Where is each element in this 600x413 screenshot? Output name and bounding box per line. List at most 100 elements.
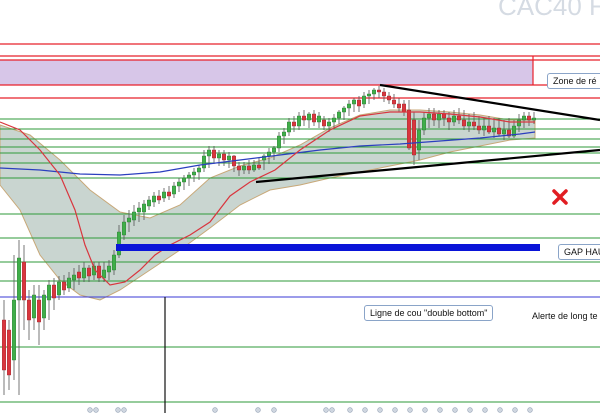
candle-body: [101, 269, 106, 279]
candle: [347, 100, 352, 116]
candle-body: [342, 107, 347, 113]
candle-body: [136, 207, 141, 213]
candle-body: [111, 254, 116, 271]
candle: [226, 152, 231, 168]
resistance-zone-label[interactable]: Zone de ré: [547, 73, 600, 89]
candle: [146, 196, 151, 210]
candle-body: [121, 221, 126, 236]
candle-body: [282, 131, 287, 137]
candle-body: [76, 271, 81, 279]
candle-body: [387, 95, 392, 101]
candle-body: [151, 195, 156, 203]
candle: [2, 300, 6, 395]
candle: [352, 98, 357, 112]
event-marker: [271, 407, 277, 413]
candle-body: [412, 119, 417, 156]
candle: [151, 192, 156, 207]
candle: [186, 172, 191, 186]
candle: [292, 116, 297, 132]
candle-body: [532, 117, 537, 121]
candle: [302, 110, 307, 126]
candle-body: [277, 135, 282, 149]
event-marker: [467, 407, 473, 413]
candle-body: [141, 203, 146, 213]
candle-body: [397, 103, 402, 109]
candle: [307, 112, 312, 128]
candle-body: [22, 261, 27, 301]
candle-body: [161, 191, 166, 199]
gap-bar: [116, 244, 540, 251]
candle-body: [6, 329, 11, 376]
candle: [387, 92, 392, 104]
event-marker: [93, 407, 99, 413]
candle-body: [442, 113, 447, 119]
candle-body: [317, 115, 322, 123]
candle-body: [86, 267, 91, 277]
candle-body: [71, 274, 76, 281]
candle: [317, 112, 322, 128]
candle-body: [226, 155, 231, 161]
candle-body: [517, 119, 522, 127]
candle-body: [362, 95, 367, 105]
candlestick-chart[interactable]: [0, 0, 600, 413]
event-marker: [87, 407, 93, 413]
candle-body: [302, 115, 307, 121]
candle-body: [201, 155, 206, 169]
candle: [11, 255, 16, 380]
candle-body: [246, 165, 251, 171]
candle-body: [191, 171, 196, 176]
candle-body: [37, 299, 42, 323]
candle-body: [251, 164, 256, 171]
candle-body: [437, 113, 442, 121]
candle: [206, 146, 211, 168]
candle: [277, 132, 282, 152]
candle: [42, 290, 47, 330]
candle: [322, 116, 327, 130]
candle: [362, 92, 367, 108]
candle-body: [527, 115, 532, 121]
candle-body: [422, 117, 427, 131]
event-marker: [212, 407, 218, 413]
event-marker: [512, 407, 518, 413]
event-marker: [377, 407, 383, 413]
candle-body: [432, 113, 437, 121]
candle-body: [57, 281, 62, 296]
candle-body: [467, 121, 472, 127]
candle-body: [402, 103, 407, 113]
event-marker: [527, 407, 533, 413]
event-marker: [452, 407, 458, 413]
candle: [52, 278, 57, 310]
candle-body: [181, 177, 186, 183]
candle: [221, 150, 226, 166]
candle: [6, 320, 11, 390]
candle-body: [487, 125, 492, 133]
candle: [156, 190, 161, 204]
candle-body: [257, 164, 262, 169]
candle-body: [297, 115, 302, 127]
event-marker: [392, 407, 398, 413]
neckline-label[interactable]: Ligne de cou "double bottom": [364, 305, 494, 321]
candle-body: [272, 147, 277, 153]
candle-body: [27, 299, 32, 321]
event-marker: [329, 407, 335, 413]
candle: [382, 88, 387, 102]
candle-body: [106, 265, 111, 273]
candle-body: [357, 99, 362, 107]
long-alert-label[interactable]: Alerte de long te: [532, 311, 598, 321]
candle-body: [241, 165, 246, 171]
candle: [166, 186, 171, 200]
gap-label[interactable]: GAP HAU: [558, 244, 600, 260]
candle-body: [166, 191, 171, 197]
event-marker: [115, 407, 121, 413]
candle-body: [156, 195, 161, 201]
chart-area[interactable]: CAC40 F Zone de ré GAP HAU Ligne de cou …: [0, 0, 600, 413]
candle-body: [2, 319, 6, 371]
candle-body: [42, 294, 47, 319]
candle-body: [287, 121, 292, 133]
candle-body: [126, 217, 131, 223]
chart-title-watermark: CAC40 F: [498, 0, 600, 21]
candle-body: [206, 149, 211, 157]
candle-body: [307, 113, 312, 121]
candle-body: [32, 294, 37, 319]
candle-body: [407, 109, 412, 149]
